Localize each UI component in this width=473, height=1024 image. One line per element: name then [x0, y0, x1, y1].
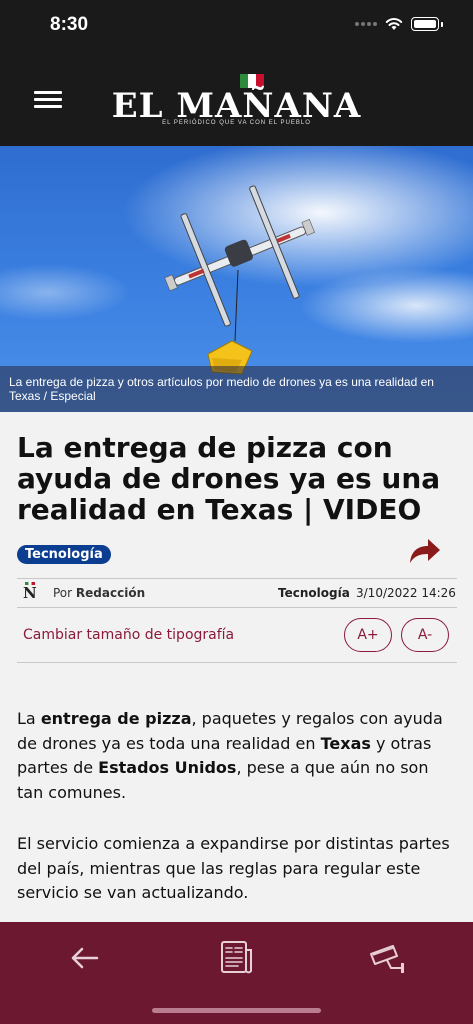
bottom-nav-bar [0, 922, 473, 1024]
article-headline: La entrega de pizza con ayuda de drones … [17, 431, 441, 526]
author-prefix: Por [53, 586, 73, 600]
site-tagline: EL PERIÓDICO QUE VA CON EL PUEBLO [162, 120, 311, 126]
app-header: EL MAÑANA EL PERIÓDICO QUE VA CON EL PUE… [0, 56, 473, 146]
p1-bold-1: entrega de pizza [40, 709, 192, 728]
publisher-logo-icon: N [23, 582, 37, 602]
status-time: 8:30 [50, 14, 89, 35]
article-paragraph-2: El servicio comienza a expandirse por di… [17, 834, 450, 902]
article-section: Tecnología [278, 586, 350, 600]
article-content: La entrega de pizza con ayuda de drones … [0, 412, 473, 922]
font-size-label[interactable]: Cambiar tamaño de tipografía [23, 627, 234, 643]
article-date: 3/10/2022 14:26 [356, 586, 456, 600]
signal-icon [355, 22, 377, 26]
security-camera-icon[interactable] [367, 938, 407, 978]
article-paragraph-1: La entrega de pizza, paquetes y regalos … [17, 707, 457, 805]
battery-icon [411, 17, 439, 31]
arrow-left-icon[interactable] [65, 938, 105, 978]
home-indicator [152, 1008, 321, 1013]
hero-image: La entrega de pizza y otros artículos po… [0, 146, 473, 412]
category-tag[interactable]: Tecnología [17, 545, 111, 564]
p1-text-1: La [17, 709, 41, 728]
battery-tip [441, 21, 443, 27]
hero-caption: La entrega de pizza y otros artículos po… [9, 375, 434, 403]
p1-bold-3: Estados Unidos [98, 758, 237, 777]
article-meta: N Por Redacción Tecnología 3/10/2022 14:… [17, 578, 457, 608]
share-arrow-icon[interactable] [406, 536, 442, 566]
font-decrease-button[interactable]: A- [401, 618, 449, 652]
font-size-controls: Cambiar tamaño de tipografía A+ A- [17, 607, 457, 663]
font-increase-button[interactable]: A+ [344, 618, 392, 652]
newspaper-icon[interactable] [216, 938, 256, 978]
p1-bold-2: Texas [320, 733, 371, 753]
caption-overlay: La entrega de pizza y otros artículos po… [0, 366, 473, 412]
status-bar: 8:30 [0, 0, 473, 56]
wifi-icon [385, 18, 403, 30]
status-icons [355, 17, 443, 31]
article-author: Por Redacción [53, 586, 145, 600]
author-name: Redacción [75, 586, 146, 600]
